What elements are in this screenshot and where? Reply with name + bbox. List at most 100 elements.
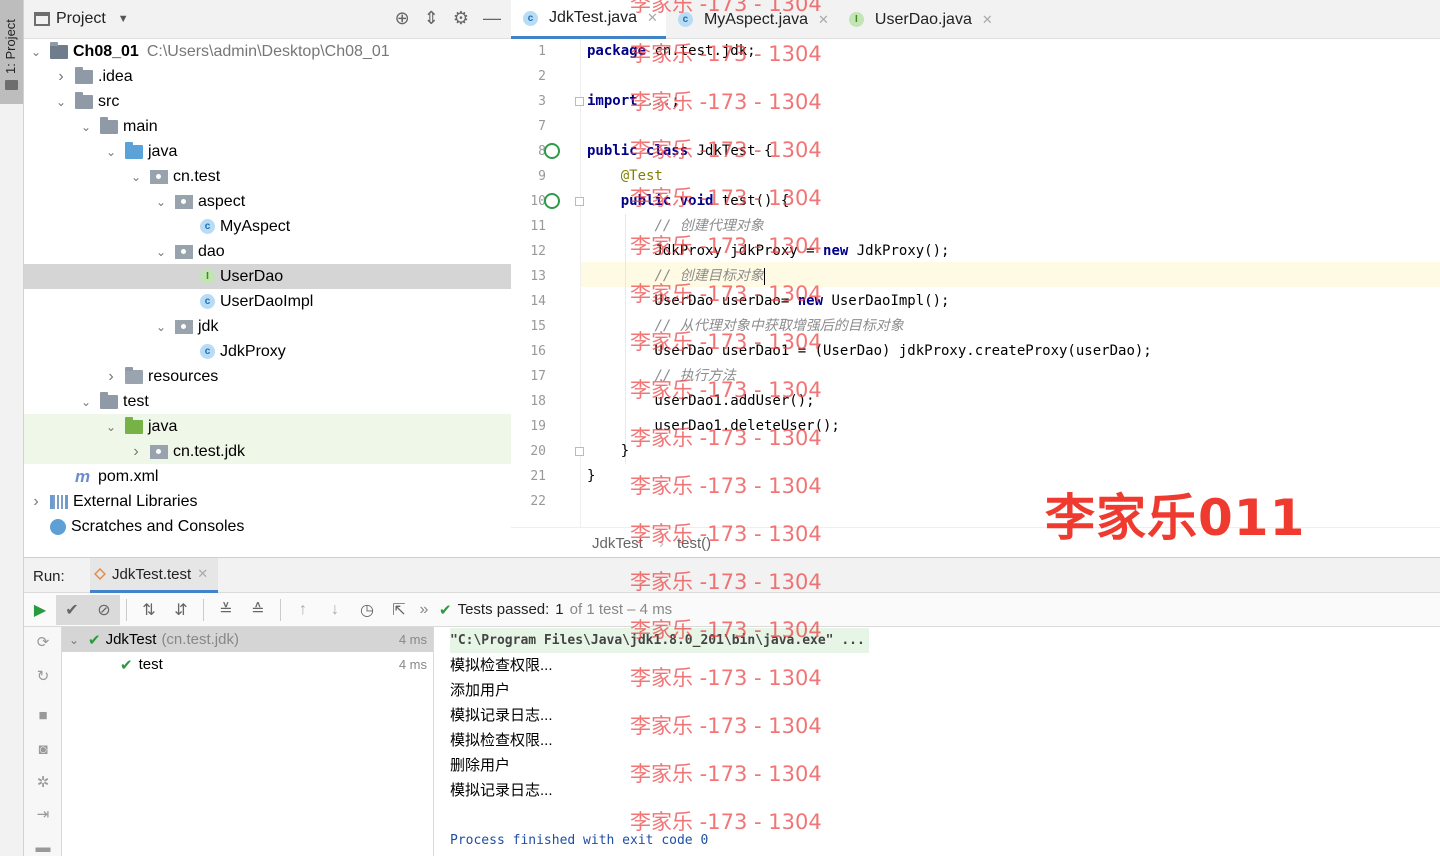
code-line[interactable]: // 创建代理对象 [587,214,763,239]
next-failed-icon[interactable]: ↓ [319,595,351,625]
project-view-selector[interactable]: Project ▼ [34,10,129,28]
chevron-down-icon[interactable]: ⌄ [28,45,44,59]
run-gutter-icon[interactable] [544,143,560,159]
settings-icon[interactable]: ✲ [34,773,52,791]
sort-alpha-icon[interactable]: ⇅ [133,595,165,625]
tree-item[interactable]: I UserDao [24,264,511,289]
tree-item[interactable]: ⌄ Ch08_01 C:\Users\admin\Desktop\Ch08_01 [24,39,511,64]
tree-item[interactable]: ⌄ aspect [24,189,511,214]
test-case-row[interactable]: ✔ test 4 ms [62,652,433,677]
code-line[interactable]: public void test() { [587,189,790,214]
tree-item[interactable]: c UserDaoImpl [24,289,511,314]
code-line[interactable]: // 从代理对象中获取增强后的目标对象 [587,314,903,339]
close-icon[interactable]: ✕ [982,12,993,28]
chevron-down-icon: ⌄ [68,632,80,647]
collapse-all-icon[interactable]: ≙ [242,595,274,625]
camera-icon[interactable]: ◙ [34,741,52,758]
fold-marker-icon[interactable] [575,197,584,206]
fold-marker-icon[interactable] [575,97,584,106]
code-line[interactable]: } [587,464,595,489]
tab-myaspect[interactable]: c MyAspect.java ✕ [666,0,837,39]
tree-item[interactable]: ⌄ cn.test [24,164,511,189]
locate-icon[interactable]: ⊕ [395,8,410,29]
more-icon[interactable]: » [415,595,433,625]
tree-item[interactable]: c JdkProxy [24,339,511,364]
line-number: 17 [530,369,546,384]
close-icon[interactable]: ✕ [647,10,658,26]
stop-icon[interactable]: ■ [34,707,52,724]
chevron-right-icon[interactable]: › [28,493,44,511]
close-icon[interactable]: ✕ [197,566,208,582]
tree-item[interactable]: c MyAspect [24,214,511,239]
chevron-right-icon[interactable]: › [103,368,119,386]
tree-item[interactable]: Scratches and Consoles [24,514,511,539]
collapse-all-icon[interactable]: ⇕ [424,8,439,29]
code-line[interactable]: // 执行方法 [587,364,735,389]
chevron-down-icon[interactable]: ⌄ [128,170,144,184]
code-line[interactable]: UserDao userDao= new UserDaoImpl(); [587,289,949,314]
hide-icon[interactable]: — [483,8,501,29]
chevron-down-icon[interactable]: ⌄ [153,320,169,334]
chevron-right-icon[interactable]: › [128,443,144,461]
import-tests-icon[interactable]: ⇱ [383,595,415,625]
toggle-auto-test-icon[interactable]: ↻ [34,667,52,685]
fold-marker-icon[interactable] [575,447,584,456]
close-icon[interactable]: ✕ [818,12,829,28]
run-tab-jdktest[interactable]: JdkTest.test ✕ [90,558,219,593]
rerun-icon[interactable]: ▶ [24,595,56,625]
tab-jdktest[interactable]: c JdkTest.java ✕ [511,0,666,39]
tree-item[interactable]: ⌄ src [24,89,511,114]
code-line[interactable]: package cn.test.jdk; [587,39,756,64]
project-tool-tab[interactable]: 1: Project [0,0,23,104]
tree-item[interactable]: › resources [24,364,511,389]
tree-item[interactable]: ⌄ java [24,139,511,164]
sort-duration-icon[interactable]: ⇵ [165,595,197,625]
tool-window-strip: 1: Project [0,0,24,856]
console-output[interactable]: "C:\Program Files\Java\jdk1.8.0_201\bin\… [434,627,1440,856]
code-line[interactable]: // 创建目标对象 [587,264,765,289]
chevron-down-icon[interactable]: ⌄ [103,420,119,434]
code-line[interactable]: @Test [587,164,663,189]
exit-icon[interactable]: ⇥ [34,805,52,823]
tree-item[interactable]: ⌄ jdk [24,314,511,339]
expand-all-icon[interactable]: ≚ [210,595,242,625]
gear-icon[interactable]: ⚙ [453,8,469,29]
layout-icon[interactable]: ▬ [34,839,52,856]
code-line[interactable]: userDao1.addUser(); [587,389,814,414]
scratches-icon [50,518,66,535]
code-line[interactable]: } [587,439,629,464]
chevron-down-icon[interactable]: ⌄ [153,195,169,209]
code-editor[interactable]: 1 2 3 7 8 9 10 11 12 13 14 15 16 17 18 19 20 21 22 package… [511,39,1440,527]
chevron-down-icon[interactable]: ⌄ [153,245,169,259]
tree-item[interactable]: ⌄ test [24,389,511,414]
tree-item[interactable]: ⌄ dao [24,239,511,264]
chevron-right-icon[interactable]: › [53,68,69,86]
breadcrumb-class[interactable]: JdkTest [592,535,643,552]
code-line[interactable]: JdkProxy jdkProxy = new JdkProxy(); [587,239,949,264]
chevron-down-icon[interactable]: ⌄ [53,95,69,109]
breadcrumb-method[interactable]: test() [677,535,711,552]
code-line[interactable]: userDao1.deleteUser(); [587,414,839,439]
chevron-down-icon[interactable]: ⌄ [103,145,119,159]
chevron-down-icon[interactable]: ⌄ [78,120,94,134]
code-line[interactable]: UserDao userDao1 = (UserDao) jdkProxy.cr… [587,339,1151,364]
previous-failed-icon[interactable]: ↑ [287,595,319,625]
tree-item[interactable]: ⌄ java [24,414,511,439]
code-line[interactable]: import ...; [587,89,680,114]
code-line[interactable]: public class JdkTest { [587,139,772,164]
history-icon[interactable]: ◷ [351,595,383,625]
tree-item[interactable]: › .idea [24,64,511,89]
show-passed-icon[interactable]: ✔ [56,594,88,625]
tree-item[interactable]: m pom.xml [24,464,511,489]
show-ignored-icon[interactable]: ⊘ [88,594,120,625]
tab-userdao[interactable]: I UserDao.java ✕ [837,0,1001,39]
line-number: 15 [530,319,546,334]
test-suite-row[interactable]: ⌄ ✔ JdkTest (cn.test.jdk) 4 ms [62,627,433,652]
tree-item[interactable]: › External Libraries [24,489,511,514]
tree-item[interactable]: ⌄ main [24,114,511,139]
rerun-failed-icon[interactable]: ⟳ [34,633,52,651]
chevron-down-icon[interactable]: ⌄ [78,395,94,409]
run-toolbar: ▶ ✔ ⊘ ⇅ ⇵ ≚ ≙ ↑ ↓ ◷ ⇱ » ✔ Tests passed: … [24,593,1440,627]
run-gutter-icon[interactable] [544,193,560,209]
tree-item[interactable]: › cn.test.jdk [24,439,511,464]
